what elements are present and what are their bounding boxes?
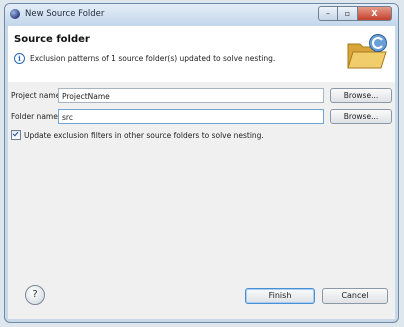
- finish-button[interactable]: Finish: [245, 288, 315, 304]
- project-browse-button[interactable]: Browse...: [330, 88, 392, 103]
- window-title: New Source Folder: [25, 9, 105, 19]
- project-name-input[interactable]: ProjectName: [58, 88, 324, 103]
- info-message: i Exclusion patterns of 1 source folder(…: [14, 53, 275, 64]
- wizard-header: Source folder i Exclusion patterns of 1 …: [8, 26, 395, 83]
- title-bar[interactable]: New Source Folder – ▫ X: [5, 4, 398, 26]
- window-controls: – ▫ X: [318, 6, 392, 21]
- button-bar: ? Finish Cancel: [8, 279, 395, 319]
- folder-browse-button[interactable]: Browse...: [330, 109, 392, 124]
- info-icon: i: [14, 53, 25, 64]
- update-exclusion-checkbox[interactable]: [11, 130, 21, 140]
- info-message-text: Exclusion patterns of 1 source folder(s)…: [30, 54, 276, 63]
- folder-name-input[interactable]: src: [58, 109, 324, 124]
- page-title: Source folder: [14, 34, 90, 45]
- folder-wizard-icon: [347, 34, 387, 69]
- eclipse-icon: [10, 9, 20, 19]
- project-row: Project name: ProjectName Browse...: [11, 88, 392, 103]
- maximize-button[interactable]: ▫: [338, 6, 358, 21]
- cancel-button[interactable]: Cancel: [322, 288, 388, 304]
- minimize-button[interactable]: –: [318, 6, 338, 21]
- folder-name-label: Folder name:: [11, 112, 61, 121]
- close-button[interactable]: X: [358, 6, 392, 21]
- dialog-window: New Source Folder – ▫ X Source folder i …: [4, 3, 399, 323]
- dialog-body: Project name: ProjectName Browse... Fold…: [8, 82, 395, 319]
- folder-row: Folder name: src Browse...: [11, 109, 392, 124]
- project-name-label: Project name:: [11, 91, 63, 100]
- update-exclusion-label: Update exclusion filters in other source…: [24, 130, 264, 140]
- help-icon[interactable]: ?: [25, 285, 45, 305]
- update-exclusion-option[interactable]: Update exclusion filters in other source…: [11, 130, 264, 140]
